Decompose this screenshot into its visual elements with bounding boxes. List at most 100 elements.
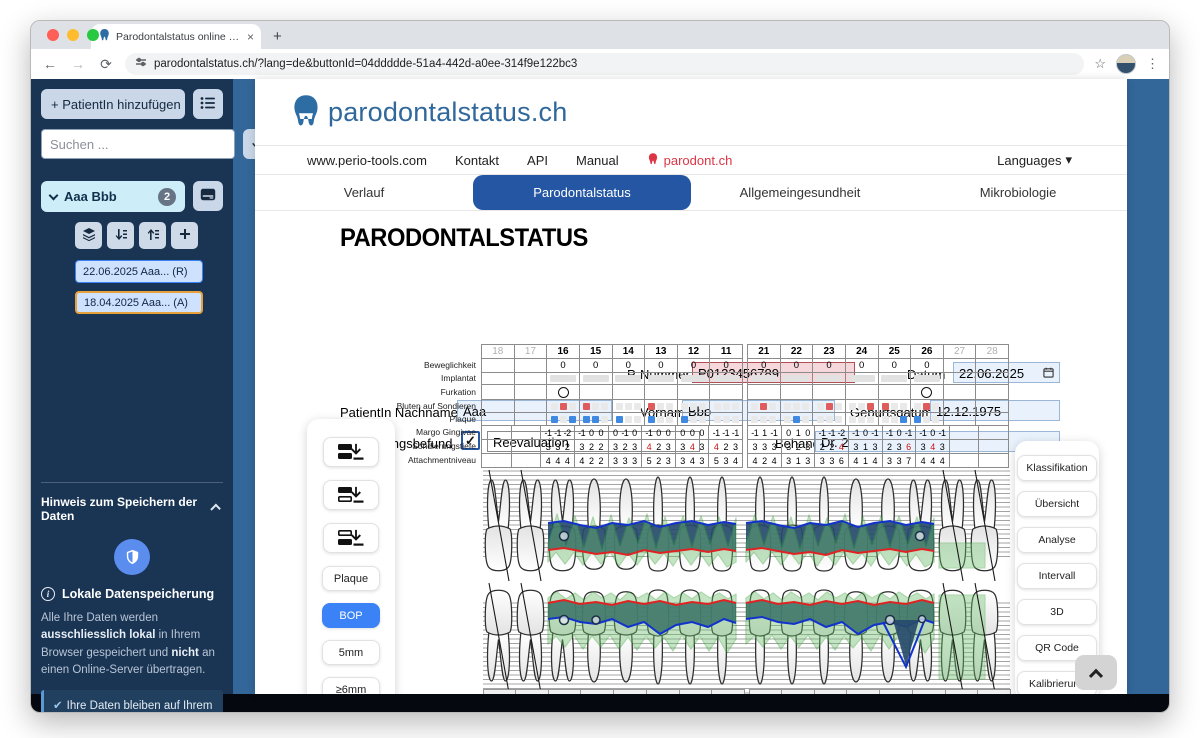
tooth-number[interactable]: 11	[710, 345, 743, 359]
add-patient-button[interactable]: + PatientIn hinzufügen	[41, 89, 185, 119]
furcation-cell[interactable]	[710, 385, 743, 400]
probing-cell[interactable]: 333	[748, 440, 782, 454]
no-mark[interactable]	[666, 402, 674, 410]
gingiva-cell[interactable]: -1 -1 -2	[541, 426, 575, 440]
download-upper-chart-button[interactable]	[323, 480, 379, 510]
bleeding-cell[interactable]	[677, 400, 711, 413]
gingiva-cell[interactable]: -1 0 -1	[848, 426, 883, 440]
attachment-cell[interactable]	[511, 454, 542, 468]
record-entry[interactable]: 22.06.2025 Aaa... (R)	[75, 260, 203, 283]
no-mark[interactable]	[657, 415, 665, 423]
forward-icon[interactable]: →	[69, 56, 87, 72]
implant-cell[interactable]	[612, 373, 646, 385]
add-record-button[interactable]	[171, 222, 198, 249]
toggle-6mm[interactable]: ≥6mm	[322, 677, 380, 694]
no-mark[interactable]	[801, 415, 809, 423]
no-mark[interactable]	[849, 402, 857, 410]
probing-cell[interactable]	[511, 440, 542, 454]
no-mark[interactable]	[858, 415, 866, 423]
nav-link-parodont-ch[interactable]: parodont.ch	[647, 152, 732, 168]
gingiva-cell[interactable]: 0 -1 0	[608, 426, 643, 440]
search-input[interactable]	[41, 129, 235, 159]
probing-cell[interactable]: 323	[608, 440, 643, 454]
no-mark[interactable]	[769, 415, 777, 423]
implant-cell[interactable]	[911, 373, 944, 385]
no-mark[interactable]	[568, 402, 576, 410]
plaque-mark[interactable]	[899, 415, 907, 423]
attachment-cell[interactable]: 337	[882, 454, 917, 468]
no-mark[interactable]	[633, 402, 641, 410]
mobility-cell[interactable]: 0	[710, 359, 743, 373]
plaque-mark[interactable]	[615, 415, 623, 423]
tooth-number[interactable]: 12	[677, 345, 711, 359]
mobility-cell[interactable]: 0	[579, 359, 613, 373]
no-mark[interactable]	[890, 402, 898, 410]
no-mark[interactable]	[690, 415, 698, 423]
hint-header[interactable]: Hinweis zum Speichern der Daten	[41, 482, 223, 523]
mobility-cell[interactable]: 0	[748, 359, 781, 373]
minimize-window-button[interactable]	[67, 29, 79, 41]
plaque-mark[interactable]	[550, 415, 558, 423]
tooth-number[interactable]: 28	[976, 345, 1009, 359]
attachment-cell[interactable]	[979, 454, 1009, 468]
no-mark[interactable]	[550, 402, 558, 410]
no-mark[interactable]	[615, 402, 623, 410]
bleeding-cell[interactable]	[579, 400, 613, 413]
gingiva-cell[interactable]: -1 0 -1	[882, 426, 917, 440]
bleeding-cell[interactable]	[845, 400, 879, 413]
tool-klassifikation[interactable]: Klassifikation	[1017, 455, 1097, 481]
brand-name[interactable]: parodontalstatus.ch	[328, 97, 567, 128]
implant-cell[interactable]	[780, 373, 814, 385]
plaque-cell[interactable]	[943, 413, 977, 426]
tooth-number[interactable]: 18	[482, 345, 515, 359]
mobility-cell[interactable]	[514, 359, 548, 373]
plaque-cell[interactable]	[813, 413, 846, 426]
implant-cell[interactable]	[813, 373, 846, 385]
no-mark[interactable]	[699, 415, 707, 423]
download-lower-chart-button[interactable]	[323, 523, 379, 553]
languages-dropdown[interactable]: Languages ▾	[997, 152, 1072, 168]
probing-cell[interactable]: 313	[848, 440, 883, 454]
attachment-cell[interactable]: 444	[916, 454, 950, 468]
bleeding-mark[interactable]	[559, 402, 567, 410]
reload-icon[interactable]: ⟳	[97, 56, 115, 73]
probing-cell[interactable]	[979, 440, 1009, 454]
furcation-cell[interactable]	[780, 385, 814, 400]
furcation-cell[interactable]	[645, 385, 678, 400]
no-mark[interactable]	[834, 415, 842, 423]
tool-3d[interactable]: 3D	[1017, 599, 1097, 625]
gingiva-cell[interactable]	[511, 426, 542, 440]
bleeding-mark[interactable]	[760, 402, 768, 410]
tool-intervall[interactable]: Intervall	[1017, 563, 1097, 589]
no-mark[interactable]	[601, 402, 609, 410]
plaque-cell[interactable]	[878, 413, 912, 426]
attachment-cell[interactable]: 424	[748, 454, 782, 468]
tooth-number[interactable]: 17	[514, 345, 548, 359]
gingiva-cell[interactable]: -1 0 0	[642, 426, 676, 440]
mobility-cell[interactable]	[943, 359, 977, 373]
address-bar[interactable]: parodontalstatus.ch/?lang=de&buttonId=04…	[125, 53, 1085, 75]
bleeding-cell[interactable]	[710, 400, 743, 413]
plaque-cell[interactable]	[911, 413, 944, 426]
bleeding-cell[interactable]	[976, 400, 1009, 413]
tool-analyse[interactable]: Analyse	[1017, 527, 1097, 553]
no-mark[interactable]	[601, 415, 609, 423]
new-tab-button[interactable]: +	[273, 28, 282, 45]
browser-tab[interactable]: Parodontalstatus online www... ×	[91, 24, 261, 49]
patient-list-button[interactable]	[193, 89, 223, 119]
mobility-cell[interactable]: 0	[813, 359, 846, 373]
no-mark[interactable]	[559, 415, 567, 423]
tab-close-icon[interactable]: ×	[247, 31, 254, 43]
teeth-illustration[interactable]	[483, 469, 1010, 694]
mobility-cell[interactable]: 0	[645, 359, 678, 373]
plaque-mark[interactable]	[583, 415, 591, 423]
bleeding-cell[interactable]	[748, 400, 781, 413]
no-mark[interactable]	[624, 415, 632, 423]
implant-cell[interactable]	[878, 373, 912, 385]
plaque-cell[interactable]	[514, 413, 548, 426]
plaque-cell[interactable]	[710, 413, 743, 426]
gingiva-cell[interactable]	[482, 426, 512, 440]
furcation-cell[interactable]	[943, 385, 977, 400]
attachment-cell[interactable]: 313	[781, 454, 816, 468]
mobility-cell[interactable]	[482, 359, 515, 373]
